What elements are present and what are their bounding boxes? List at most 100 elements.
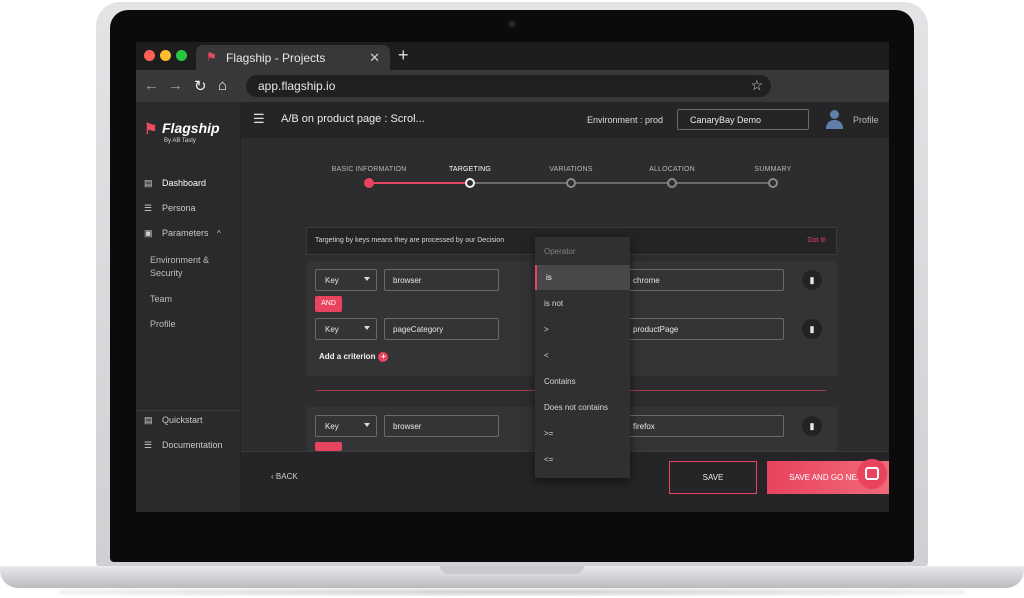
step-label-targeting[interactable]: TARGETING (449, 166, 491, 173)
criterion-key-input[interactable]: browser (384, 415, 499, 437)
operator-option-contains[interactable]: Contains (535, 369, 630, 394)
sidebar-item-team[interactable]: Team (150, 293, 172, 306)
operator-option-less-than[interactable]: < (535, 343, 630, 368)
address-bar[interactable]: app.flagship.io ☆ (246, 75, 771, 97)
operator-option-less-or-equal[interactable]: <= (535, 447, 630, 472)
browser-toolbar: ← → ↻ ⌂ app.flagship.io ☆ (136, 70, 889, 102)
parameters-icon: ▣ (144, 228, 153, 238)
criterion-type-value: Key (325, 325, 339, 334)
criterion-type-select[interactable]: Key (315, 269, 377, 291)
browser-tab-title: Flagship - Projects (226, 51, 326, 65)
criterion-value-input[interactable]: productPage (624, 318, 784, 340)
laptop-notch (440, 566, 584, 574)
add-criterion-button[interactable]: Add a criterion + (319, 352, 389, 362)
operator-option-is[interactable]: is (535, 265, 630, 290)
flagship-logo-icon: ⚑ (144, 121, 158, 138)
sidebar-item-dashboard[interactable]: ▤ Dashboard (144, 178, 206, 189)
quickstart-icon: ▤ (144, 415, 153, 425)
logo-tagline: By AB Tasty (164, 138, 196, 144)
screen: ⚑ Flagship - Projects ✕ + ← → ↻ ⌂ app.fl… (136, 42, 889, 512)
app-header: ☰ A/B on product page : Scrol... Environ… (241, 102, 889, 138)
sidebar-item-profile[interactable]: Profile (150, 318, 176, 331)
caret-down-icon (364, 423, 370, 427)
and-badge[interactable] (315, 442, 342, 451)
step-label-variations[interactable]: VARIATIONS (549, 166, 592, 173)
project-select-value: CanaryBay Demo (690, 115, 762, 125)
delete-criterion-trash-icon[interactable]: ▮ (802, 319, 822, 339)
sidebar-item-environment-security[interactable]: Environment & Security (150, 254, 230, 280)
sidebar-item-label: Dashboard (162, 178, 207, 188)
criterion-value-input[interactable]: firefox (624, 415, 784, 437)
operator-option-greater-than[interactable]: > (535, 317, 630, 342)
info-banner-text: Targeting by keys means they are process… (315, 237, 505, 244)
sidebar-item-documentation[interactable]: ☰ Documentation (144, 440, 223, 451)
delete-criterion-trash-icon[interactable]: ▮ (802, 416, 822, 436)
criterion-type-value: Key (325, 276, 339, 285)
step-label-allocation[interactable]: ALLOCATION (649, 166, 695, 173)
browser-tab[interactable]: ⚑ Flagship - Projects ✕ (196, 45, 390, 70)
app-sidebar: ⚑ Flagship By AB Tasty ▤ Dashboard ☰ Perso… (136, 102, 241, 512)
caret-down-icon (364, 277, 370, 281)
criterion-value-input[interactable]: chrome (624, 269, 784, 291)
stepper-line-todo (470, 182, 773, 184)
sidebar-item-label: Documentation (162, 440, 223, 450)
criterion-value-text: chrome (633, 276, 660, 285)
operator-option-greater-or-equal[interactable]: >= (535, 421, 630, 446)
criterion-type-value: Key (325, 422, 339, 431)
back-arrow-icon[interactable]: ← (144, 77, 159, 94)
step-dot-summary[interactable] (768, 178, 778, 188)
window-close-button[interactable] (144, 50, 155, 61)
criterion-key-input[interactable]: browser (384, 269, 499, 291)
step-dot-targeting[interactable] (465, 178, 475, 188)
address-bar-url: app.flagship.io (258, 79, 336, 93)
window-minimize-button[interactable] (160, 50, 171, 61)
avatar-icon[interactable] (825, 110, 843, 130)
environment-label: Environment : prod (587, 115, 664, 125)
sidebar-item-label: Quickstart (162, 415, 203, 425)
hamburger-menu-icon[interactable]: ☰ (253, 111, 265, 127)
step-dot-basic-information[interactable] (364, 178, 374, 188)
step-label-basic-information[interactable]: BASIC INFORMATION (332, 166, 407, 173)
got-it-button[interactable]: Got it! (807, 237, 826, 244)
sidebar-item-persona[interactable]: ☰ Persona (144, 203, 196, 214)
project-select[interactable]: CanaryBay Demo (677, 109, 809, 130)
page-title: A/B on product page : Scrol... (281, 113, 425, 125)
operator-option-does-not-contain[interactable]: Does not contains (535, 395, 630, 420)
flagship-favicon-icon: ⚑ (206, 50, 217, 64)
browser-tab-bar: ⚑ Flagship - Projects ✕ + (136, 42, 889, 70)
reload-icon[interactable]: ↻ (194, 77, 207, 95)
close-tab-icon[interactable]: ✕ (369, 50, 380, 66)
stepper-line-done (369, 182, 470, 184)
criterion-type-select[interactable]: Key (315, 415, 377, 437)
window-maximize-button[interactable] (176, 50, 187, 61)
criterion-key-input[interactable]: pageCategory (384, 318, 499, 340)
sidebar-divider (136, 410, 241, 411)
add-criterion-label: Add a criterion (319, 352, 376, 361)
criterion-type-select[interactable]: Key (315, 318, 377, 340)
sidebar-item-quickstart[interactable]: ▤ Quickstart (144, 415, 203, 426)
step-label-summary[interactable]: SUMMARY (754, 166, 791, 173)
save-button[interactable]: SAVE (669, 461, 757, 494)
criterion-value-text: productPage (633, 325, 679, 334)
and-badge[interactable]: AND (315, 296, 342, 312)
list-icon: ☰ (144, 203, 153, 213)
back-label: BACK (275, 472, 298, 481)
delete-criterion-trash-icon[interactable]: ▮ (802, 270, 822, 290)
criterion-value-text: firefox (633, 422, 655, 431)
chat-support-icon[interactable] (857, 459, 887, 489)
step-dot-variations[interactable] (566, 178, 576, 188)
operator-option-is-not[interactable]: is not (535, 291, 630, 316)
sidebar-item-label: Parameters (162, 228, 209, 238)
bookmark-star-icon[interactable]: ☆ (750, 77, 763, 94)
back-button[interactable]: ‹ BACK (271, 472, 298, 481)
sidebar-item-parameters[interactable]: ▣ Parameters ^ (144, 228, 221, 239)
profile-link[interactable]: Profile (853, 115, 879, 125)
new-tab-icon[interactable]: + (398, 45, 409, 66)
criterion-key-value: browser (393, 276, 422, 285)
step-dot-allocation[interactable] (667, 178, 677, 188)
forward-arrow-icon[interactable]: → (168, 77, 183, 94)
operator-menu-header: Operator (544, 247, 576, 256)
home-icon[interactable]: ⌂ (218, 77, 227, 94)
criterion-key-value: pageCategory (393, 325, 444, 334)
chevron-up-icon: ^ (217, 229, 221, 238)
